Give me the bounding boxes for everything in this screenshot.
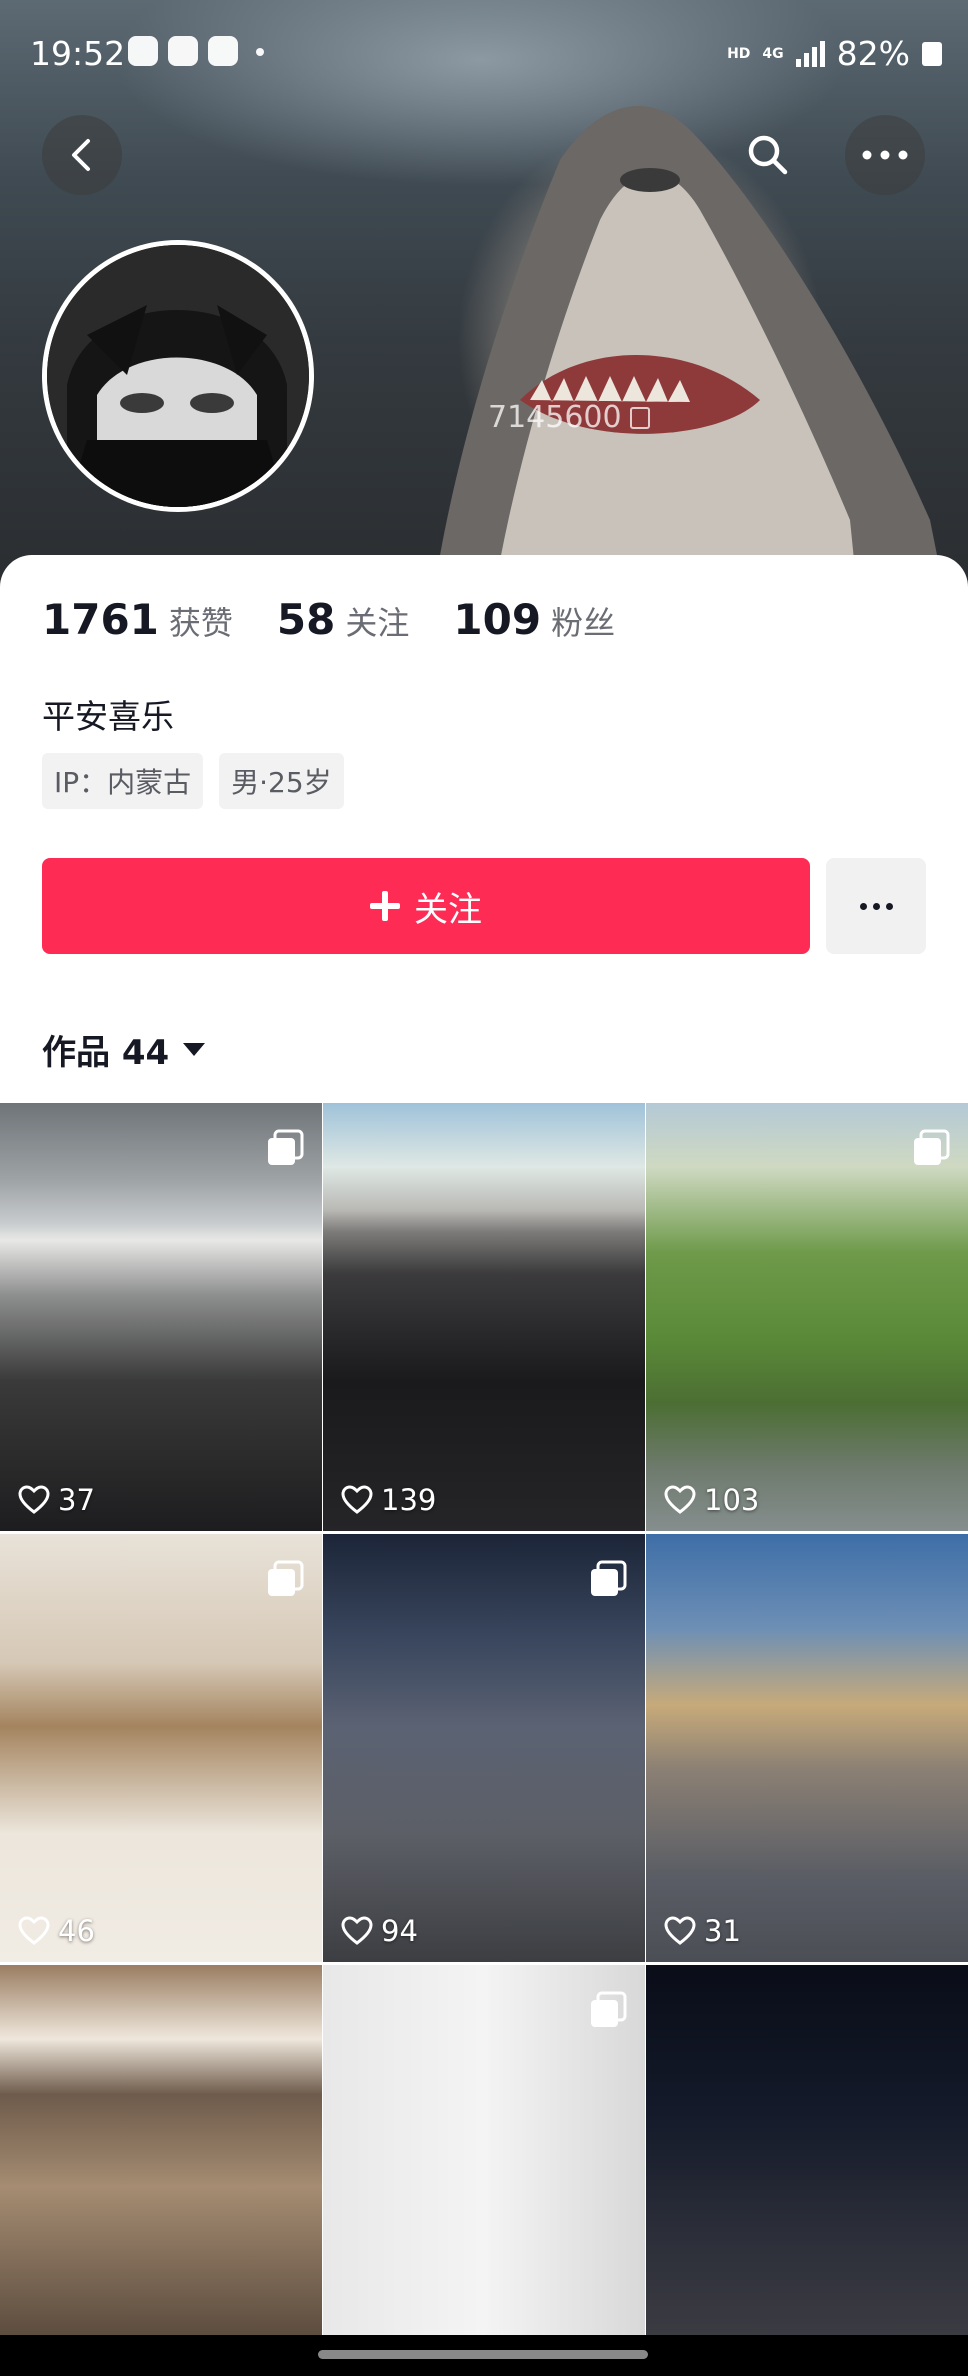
- stat-followers-value: 109: [453, 595, 542, 644]
- gallery-icon: [168, 36, 198, 66]
- ip-location-tag: IP：内蒙古: [42, 753, 204, 809]
- like-count: 37: [18, 1483, 95, 1517]
- multi-image-icon: [591, 1991, 627, 2027]
- like-count-text: 31: [704, 1914, 741, 1948]
- heart-outline-icon: [18, 1485, 50, 1514]
- like-count: 139: [341, 1483, 436, 1517]
- copy-icon: [629, 406, 650, 429]
- search-icon: [748, 135, 788, 175]
- back-arrow-icon: [72, 139, 90, 171]
- heart-outline-icon: [664, 1485, 696, 1514]
- multi-image-icon: [268, 1560, 304, 1596]
- multi-image-icon: [914, 1129, 950, 1165]
- profile-tags: IP：内蒙古 男·25岁: [42, 753, 344, 809]
- follow-button-label: 关注: [414, 889, 482, 930]
- avatar[interactable]: [42, 240, 314, 512]
- user-id[interactable]: 7145600: [488, 400, 650, 435]
- check-badge-icon: [128, 36, 158, 66]
- signal-icon: [795, 40, 825, 67]
- notification-icons: [128, 36, 264, 66]
- more-dots-icon: [859, 902, 867, 910]
- stat-following-label: 关注: [345, 604, 410, 642]
- network-4g-indicator: 4G: [762, 45, 784, 62]
- like-count: 31: [664, 1914, 741, 1948]
- battery-icon: [922, 41, 942, 66]
- heart-outline-icon: [664, 1916, 696, 1945]
- heart-outline-icon: [341, 1485, 373, 1514]
- hd-indicator: HD: [727, 45, 751, 62]
- work-tile[interactable]: [0, 1965, 322, 2335]
- multi-image-icon: [591, 1560, 627, 1596]
- work-tile[interactable]: [646, 1965, 968, 2335]
- stat-likes-value: 1761: [42, 595, 159, 644]
- like-count-text: 46: [58, 1914, 95, 1948]
- nickname: 平安喜乐: [42, 697, 174, 736]
- stat-following-value: 58: [276, 595, 336, 644]
- like-count-text: 139: [381, 1483, 437, 1517]
- battery-percent: 82%: [836, 34, 910, 73]
- works-tab-label: 作品 44: [42, 1033, 170, 1073]
- stat-likes[interactable]: 1761 获赞: [42, 595, 233, 644]
- status-bar: 19:52 HD 4G 82%: [0, 0, 968, 110]
- plus-icon: [370, 891, 400, 921]
- profile-card: 1761 获赞 58 关注 109 粉丝 平安喜乐 IP：内蒙古 男·25岁 关…: [0, 555, 968, 1105]
- user-id-text: 7145600: [488, 400, 622, 435]
- heart-outline-icon: [18, 1916, 50, 1945]
- like-count: 103: [664, 1483, 759, 1517]
- avatar-image: [47, 245, 309, 507]
- stat-followers[interactable]: 109 粉丝: [453, 595, 615, 644]
- stat-following[interactable]: 58 关注: [277, 595, 409, 644]
- works-tab[interactable]: 作品 44: [42, 1025, 206, 1074]
- like-count-text: 37: [58, 1483, 95, 1517]
- more-notifications-icon: [256, 48, 264, 56]
- home-indicator[interactable]: [318, 2350, 648, 2359]
- chevron-down-icon: [183, 1043, 206, 1056]
- more-options-button[interactable]: [845, 115, 925, 195]
- works-grid: 37 139 103 46 94 31: [0, 1103, 968, 2376]
- search-button[interactable]: [728, 115, 808, 195]
- work-tile[interactable]: 37: [0, 1103, 322, 1531]
- gender-age-tag: 男·25岁: [219, 753, 344, 809]
- stat-followers-label: 粉丝: [551, 604, 616, 642]
- more-actions-button[interactable]: [826, 858, 926, 954]
- like-count-text: 94: [381, 1914, 418, 1948]
- more-dots-icon: [862, 150, 908, 160]
- work-tile[interactable]: 103: [646, 1103, 968, 1531]
- back-button[interactable]: [42, 115, 122, 195]
- work-tile[interactable]: [323, 1965, 645, 2335]
- profile-cover: 19:52 HD 4G 82% 7145600: [0, 0, 968, 600]
- status-time: 19:52: [30, 34, 126, 73]
- heart-outline-icon: [341, 1916, 373, 1945]
- work-tile[interactable]: 139: [323, 1103, 645, 1531]
- profile-stats: 1761 获赞 58 关注 109 粉丝: [42, 595, 659, 644]
- message-icon: [208, 36, 238, 66]
- like-count: 94: [341, 1914, 418, 1948]
- stat-likes-label: 获赞: [168, 604, 233, 642]
- like-count: 46: [18, 1914, 95, 1948]
- like-count-text: 103: [704, 1483, 760, 1517]
- follow-button[interactable]: 关注: [42, 858, 810, 954]
- work-tile[interactable]: 94: [323, 1534, 645, 1962]
- work-tile[interactable]: 46: [0, 1534, 322, 1962]
- work-tile[interactable]: 31: [646, 1534, 968, 1962]
- multi-image-icon: [268, 1129, 304, 1165]
